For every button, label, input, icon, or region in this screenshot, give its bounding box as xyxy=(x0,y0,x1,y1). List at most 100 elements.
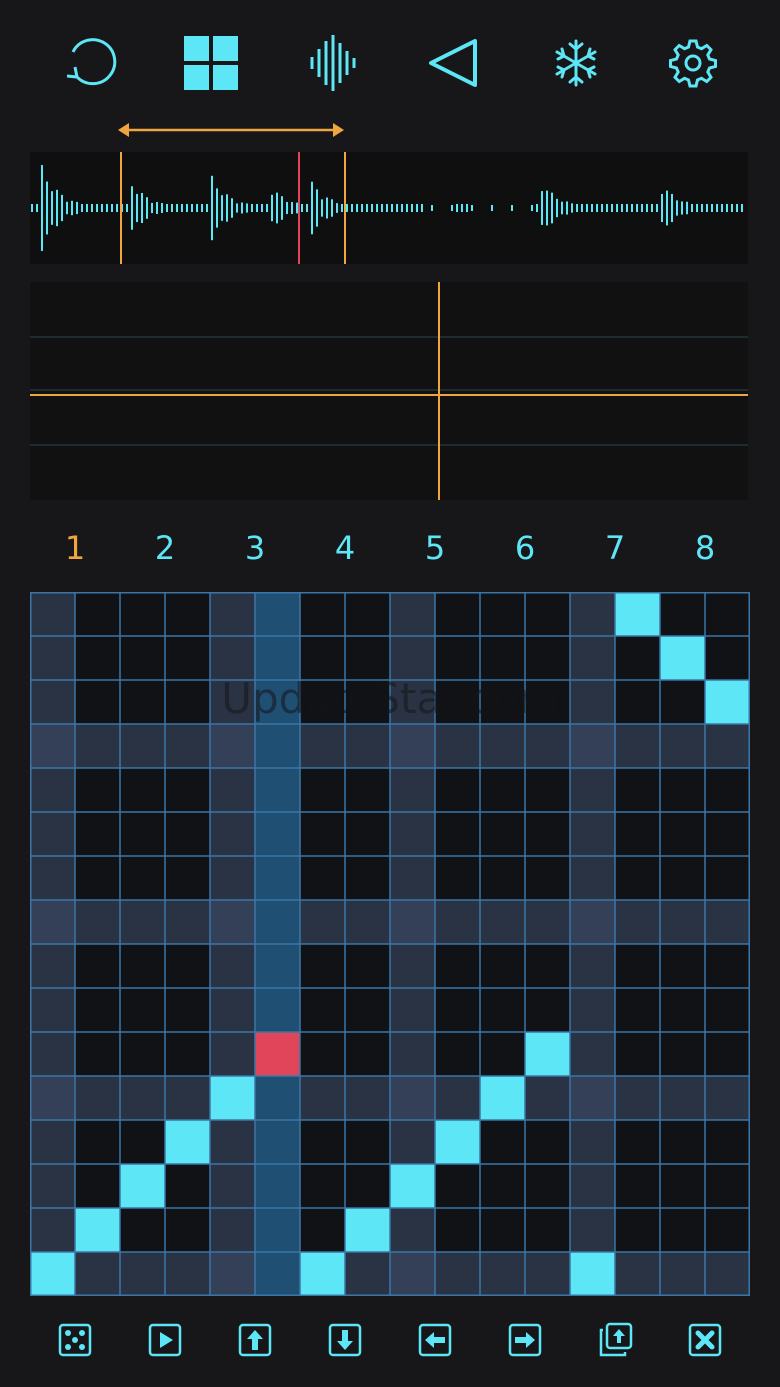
grid-cell[interactable] xyxy=(75,856,120,900)
grid-cell[interactable] xyxy=(660,1076,705,1120)
grid-cell[interactable] xyxy=(255,900,300,944)
grid-cell[interactable] xyxy=(165,592,210,636)
grid-cell[interactable] xyxy=(120,988,165,1032)
grid-cell[interactable] xyxy=(255,944,300,988)
grid-cell[interactable] xyxy=(615,1032,660,1076)
grid-cell[interactable] xyxy=(435,1252,480,1296)
grid-cell[interactable] xyxy=(30,636,75,680)
grid-cell[interactable] xyxy=(165,988,210,1032)
grid-cell[interactable] xyxy=(480,724,525,768)
grid-cell[interactable] xyxy=(660,856,705,900)
grid-cell[interactable] xyxy=(345,592,390,636)
grid-cell[interactable] xyxy=(255,812,300,856)
grid-cell[interactable] xyxy=(435,1164,480,1208)
grid-cell[interactable] xyxy=(570,1032,615,1076)
grid-cell[interactable] xyxy=(390,900,435,944)
grid-cell[interactable] xyxy=(570,592,615,636)
grid-cell[interactable] xyxy=(210,680,255,724)
grid-cell[interactable] xyxy=(165,944,210,988)
play-button[interactable] xyxy=(120,1318,210,1362)
grid-cell[interactable] xyxy=(435,680,480,724)
grid-cell[interactable] xyxy=(255,1076,300,1120)
grid-cell[interactable] xyxy=(30,900,75,944)
grid-cell[interactable] xyxy=(165,900,210,944)
grid-cell-active[interactable] xyxy=(660,636,705,680)
grid-cell[interactable] xyxy=(75,812,120,856)
grid-cell[interactable] xyxy=(75,900,120,944)
grid-cell[interactable] xyxy=(480,636,525,680)
grid-cell[interactable] xyxy=(480,1164,525,1208)
grid-cell[interactable] xyxy=(255,988,300,1032)
grid-cell[interactable] xyxy=(570,812,615,856)
grid-cell[interactable] xyxy=(255,1164,300,1208)
grid-cell[interactable] xyxy=(300,592,345,636)
grid-cell[interactable] xyxy=(480,1252,525,1296)
grid-cell[interactable] xyxy=(120,944,165,988)
grid-cell-active[interactable] xyxy=(615,592,660,636)
grid-cell[interactable] xyxy=(390,1032,435,1076)
grid-cell[interactable] xyxy=(120,1032,165,1076)
grid-cell[interactable] xyxy=(75,636,120,680)
grid-cell[interactable] xyxy=(30,1164,75,1208)
grid-cell[interactable] xyxy=(300,856,345,900)
grid-cell[interactable] xyxy=(570,900,615,944)
grid-cell[interactable] xyxy=(75,592,120,636)
grid-cell[interactable] xyxy=(435,1032,480,1076)
grid-cell[interactable] xyxy=(75,944,120,988)
grid-cell[interactable] xyxy=(210,1120,255,1164)
grid-cell-active[interactable] xyxy=(165,1120,210,1164)
grid-cell[interactable] xyxy=(615,900,660,944)
grid-cell[interactable] xyxy=(480,988,525,1032)
grid-cell[interactable] xyxy=(615,1208,660,1252)
grid-cell[interactable] xyxy=(660,1120,705,1164)
duplicate-button[interactable] xyxy=(570,1318,660,1362)
grid-cell[interactable] xyxy=(30,1076,75,1120)
grid-cell[interactable] xyxy=(615,1252,660,1296)
grid-cell[interactable] xyxy=(255,856,300,900)
grid-cell[interactable] xyxy=(255,1032,300,1076)
grid-cell[interactable] xyxy=(615,812,660,856)
grid-cell[interactable] xyxy=(435,856,480,900)
sequencer-grid[interactable] xyxy=(30,592,750,1296)
grid-cell[interactable] xyxy=(525,944,570,988)
grid-cell[interactable] xyxy=(390,592,435,636)
grid-cell[interactable] xyxy=(390,856,435,900)
grid-cell[interactable] xyxy=(570,636,615,680)
grid-cell-active[interactable] xyxy=(345,1208,390,1252)
grid-cell[interactable] xyxy=(255,1120,300,1164)
grid-cell[interactable] xyxy=(390,988,435,1032)
grid-cell[interactable] xyxy=(345,768,390,812)
grid-cell[interactable] xyxy=(615,1164,660,1208)
grid-cell[interactable] xyxy=(300,944,345,988)
grid-cell[interactable] xyxy=(435,944,480,988)
grid-cell[interactable] xyxy=(120,1120,165,1164)
grid-view-button[interactable] xyxy=(176,28,246,98)
grid-cell[interactable] xyxy=(345,636,390,680)
grid-cell[interactable] xyxy=(660,988,705,1032)
grid-cell[interactable] xyxy=(615,768,660,812)
grid-cell[interactable] xyxy=(570,1120,615,1164)
grid-cell[interactable] xyxy=(390,1208,435,1252)
randomize-button[interactable] xyxy=(30,1318,120,1362)
grid-cell[interactable] xyxy=(390,1120,435,1164)
grid-cell[interactable] xyxy=(30,1208,75,1252)
grid-cell[interactable] xyxy=(345,1032,390,1076)
grid-cell[interactable] xyxy=(255,724,300,768)
grid-cell[interactable] xyxy=(705,1164,750,1208)
grid-cell[interactable] xyxy=(30,768,75,812)
grid-cell[interactable] xyxy=(300,1164,345,1208)
grid-cell[interactable] xyxy=(390,636,435,680)
xy-pad[interactable] xyxy=(30,282,748,500)
grid-cell[interactable] xyxy=(525,1076,570,1120)
reverse-button[interactable] xyxy=(418,28,488,98)
grid-cell-active[interactable] xyxy=(525,1032,570,1076)
grid-cell[interactable] xyxy=(570,680,615,724)
grid-cell[interactable] xyxy=(345,944,390,988)
grid-cell[interactable] xyxy=(390,680,435,724)
grid-cell[interactable] xyxy=(660,812,705,856)
grid-cell[interactable] xyxy=(345,988,390,1032)
grid-cell[interactable] xyxy=(615,1076,660,1120)
grid-cell[interactable] xyxy=(210,900,255,944)
grid-cell[interactable] xyxy=(300,988,345,1032)
grid-cell[interactable] xyxy=(210,812,255,856)
